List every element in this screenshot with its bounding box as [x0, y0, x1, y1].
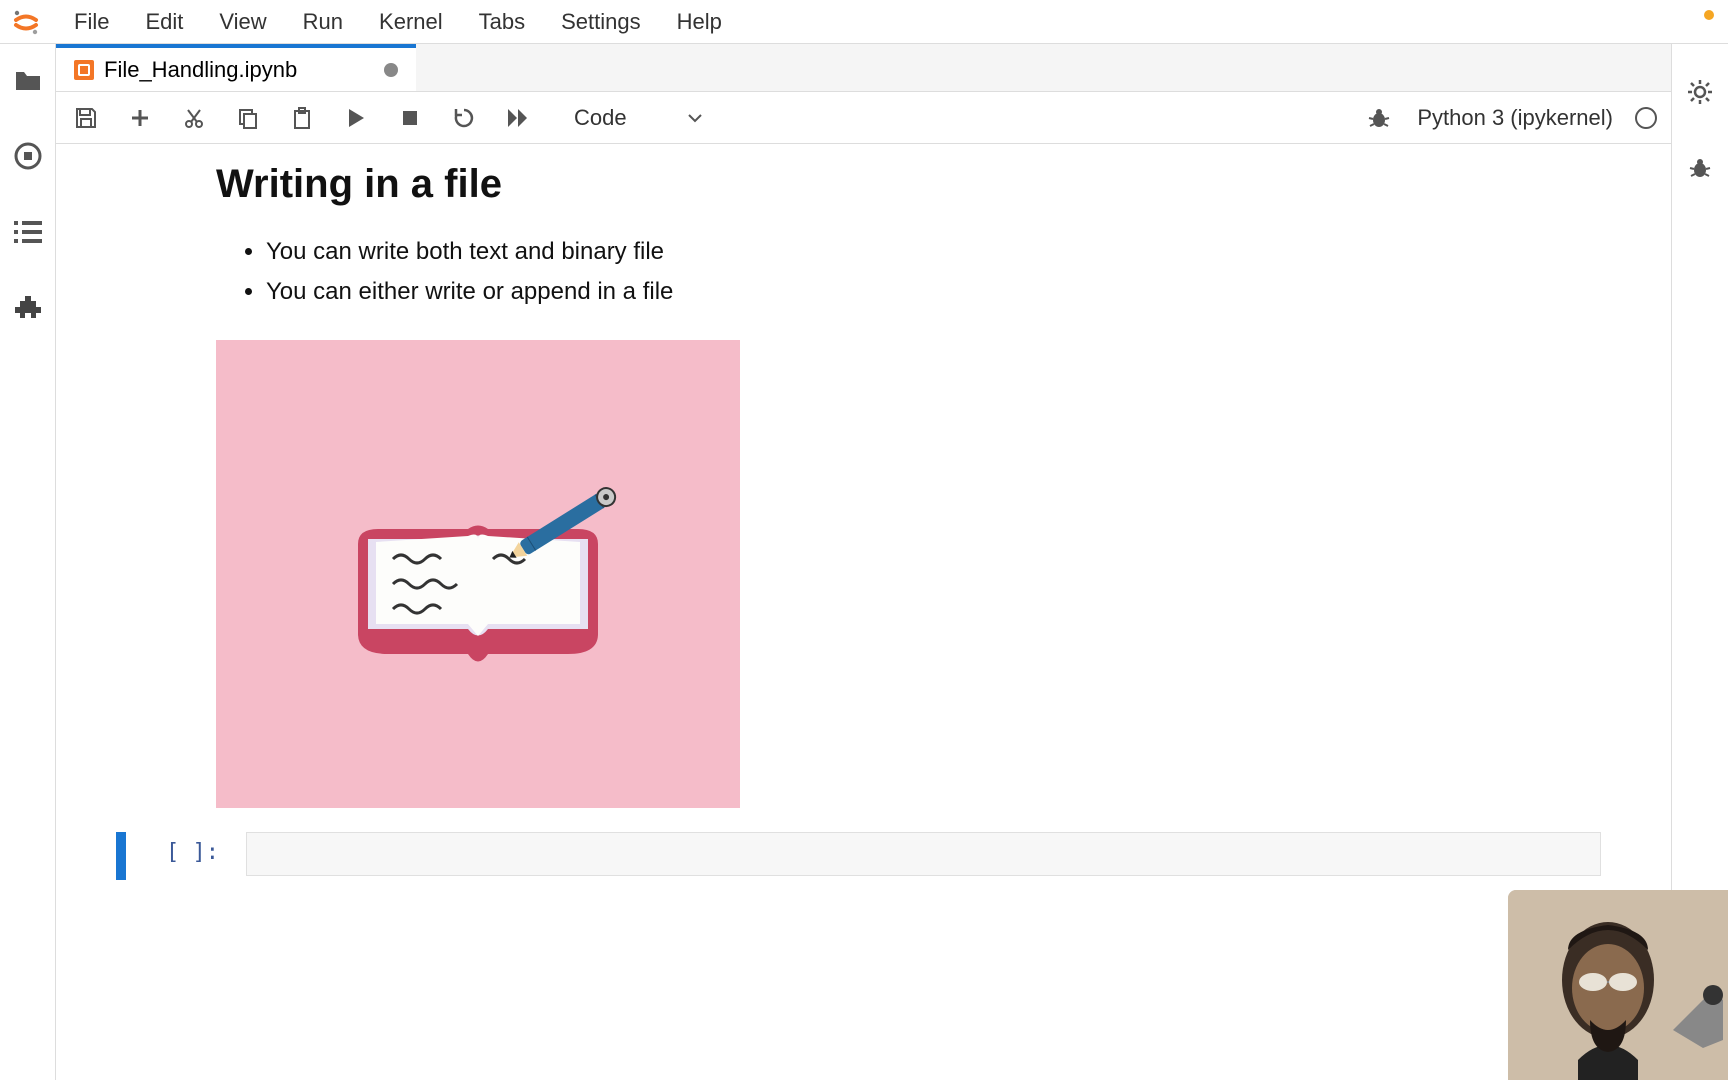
debugger-sidebar-icon[interactable]: [1682, 150, 1718, 186]
menubar: File Edit View Run Kernel Tabs Settings …: [0, 0, 1728, 44]
tab-file-handling[interactable]: File_Handling.ipynb: [56, 44, 416, 91]
left-sidebar: [0, 44, 56, 1080]
add-cell-button[interactable]: [124, 102, 156, 134]
notebook-area[interactable]: Writing in a file You can write both tex…: [56, 144, 1671, 1080]
menu-file[interactable]: File: [56, 3, 127, 41]
toc-icon[interactable]: [10, 214, 46, 250]
run-button[interactable]: [340, 102, 372, 134]
jupyter-logo[interactable]: [8, 4, 44, 40]
running-sessions-icon[interactable]: [10, 138, 46, 174]
stop-button[interactable]: [394, 102, 426, 134]
cell-prompt: [ ]:: [166, 832, 246, 865]
active-cell-indicator: [116, 832, 126, 880]
debugger-button[interactable]: [1363, 102, 1395, 134]
cut-button[interactable]: [178, 102, 210, 134]
kernel-switcher[interactable]: Python 3 (ipykernel): [1417, 105, 1613, 131]
menu-tabs[interactable]: Tabs: [461, 3, 543, 41]
markdown-list: You can write both text and binary file …: [266, 233, 1611, 312]
webcam-overlay: [1508, 890, 1728, 1080]
tabbar: File_Handling.ipynb: [56, 44, 1671, 92]
toolbar: Code Python 3 (ipykernel): [56, 92, 1671, 144]
menu-help[interactable]: Help: [659, 3, 740, 41]
menu-view[interactable]: View: [201, 3, 284, 41]
code-input[interactable]: [246, 832, 1601, 876]
notebook-icon: [74, 60, 94, 80]
menu-edit[interactable]: Edit: [127, 3, 201, 41]
extensions-icon[interactable]: [10, 290, 46, 326]
kernel-status-idle-icon[interactable]: [1635, 107, 1657, 129]
copy-button[interactable]: [232, 102, 264, 134]
tab-title: File_Handling.ipynb: [104, 57, 297, 83]
markdown-cell[interactable]: Writing in a file You can write both tex…: [116, 162, 1611, 808]
paste-button[interactable]: [286, 102, 318, 134]
markdown-heading: Writing in a file: [216, 162, 1611, 207]
property-inspector-icon[interactable]: [1682, 74, 1718, 110]
markdown-image: [216, 340, 740, 808]
restart-button[interactable]: [448, 102, 480, 134]
cell-type-label: Code: [574, 105, 627, 131]
run-all-button[interactable]: [502, 102, 534, 134]
list-item: You can either write or append in a file: [266, 273, 1611, 311]
notebook-writing-illustration: [328, 444, 628, 704]
tab-unsaved-indicator[interactable]: [384, 63, 398, 77]
menu-kernel[interactable]: Kernel: [361, 3, 461, 41]
menu-run[interactable]: Run: [285, 3, 361, 41]
chevron-down-icon: [687, 113, 703, 123]
save-button[interactable]: [70, 102, 102, 134]
list-item: You can write both text and binary file: [266, 233, 1611, 271]
file-browser-icon[interactable]: [10, 62, 46, 98]
window-modified-dot: [1704, 10, 1714, 20]
menu-settings[interactable]: Settings: [543, 3, 659, 41]
cell-type-selector[interactable]: Code: [566, 105, 711, 131]
code-cell[interactable]: [ ]:: [116, 832, 1611, 880]
